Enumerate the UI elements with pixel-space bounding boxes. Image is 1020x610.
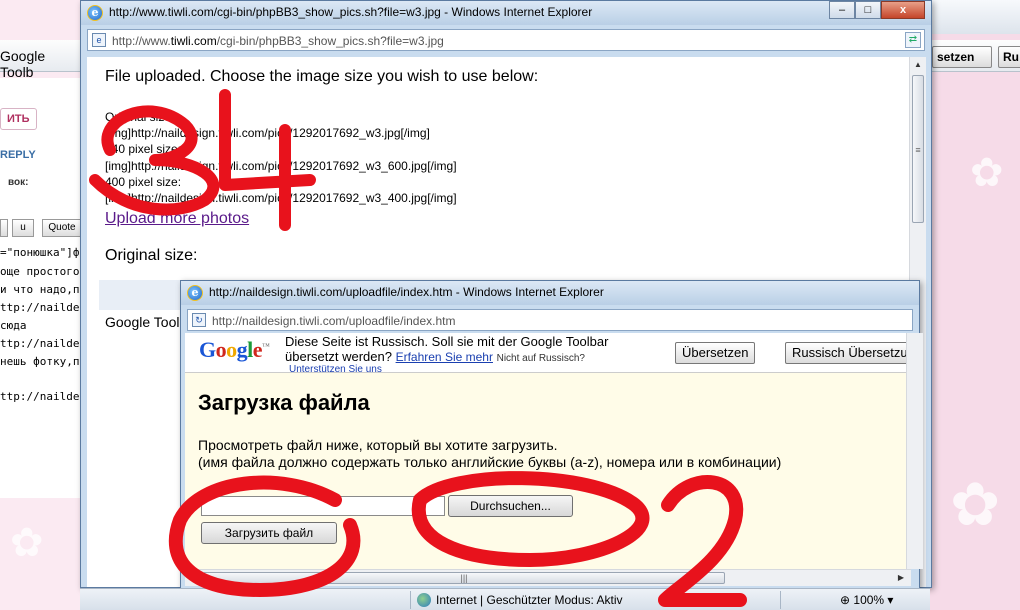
background-write-button[interactable]: ИТЬ xyxy=(0,108,37,130)
minimize-button[interactable]: – xyxy=(829,1,855,19)
upload-title: Загрузка файла xyxy=(198,390,370,415)
window2-address-text: http://naildesign.tiwli.com/uploadfile/i… xyxy=(212,314,456,328)
close-button[interactable]: x xyxy=(881,1,925,19)
window2-titlebar[interactable]: e http://naildesign.tiwli.com/uploadfile… xyxy=(181,281,919,305)
window1-address-text: http://www.tiwli.com/cgi-bin/phpBB3_show… xyxy=(112,34,444,48)
horizontal-scroll-thumb[interactable]: ||| xyxy=(203,572,725,584)
browse-button[interactable]: Durchsuchen... xyxy=(448,495,573,517)
upload-more-photos-link[interactable]: Upload more photos xyxy=(105,210,249,228)
ie-logo-icon: e xyxy=(187,285,203,301)
background-text-line: ="понюшка"]ф xyxy=(0,246,80,259)
image-placeholder xyxy=(99,280,189,310)
original-size-code[interactable]: [img]http://naildesign.tiwli.com/pics/12… xyxy=(105,126,430,140)
scroll-up-arrow-icon[interactable]: ▲ xyxy=(910,57,926,73)
size-640-code[interactable]: [img]http://naildesign.tiwli.com/pics/12… xyxy=(105,159,457,173)
background-field-label: вок: xyxy=(8,177,29,188)
maximize-button[interactable]: □ xyxy=(855,1,881,19)
window1-address-bar[interactable]: e http://www.tiwli.com/cgi-bin/phpBB3_sh… xyxy=(87,29,925,51)
ie-status-bar: Internet | Geschützter Modus: Aktiv ⊕ 10… xyxy=(80,588,930,610)
upload-description-line1: Просмотреть файл ниже, который вы хотите… xyxy=(198,437,558,453)
google-toolbar-partial-text: Google Tool xyxy=(105,314,180,330)
upload-form-area: Загрузка файла Просмотреть файл ниже, ко… xyxy=(185,373,911,569)
ie-logo-icon: e xyxy=(87,5,103,21)
upload-file-button[interactable]: Загрузить файл xyxy=(201,522,337,544)
learn-more-link[interactable]: Erfahren Sie mehr xyxy=(396,350,493,364)
google-translate-bar: Google™ Diese Seite ist Russisch. Soll s… xyxy=(185,333,911,375)
background-command-bar xyxy=(930,0,1020,34)
background-bold-button[interactable] xyxy=(0,219,8,237)
window2-horizontal-scrollbar[interactable]: ◀ ||| ▶ xyxy=(185,569,911,586)
window1-titlebar[interactable]: e http://www.tiwli.com/cgi-bin/phpBB3_sh… xyxy=(81,1,931,25)
translate-prompt-line1: Diese Seite ist Russisch. Soll sie mit d… xyxy=(285,334,609,349)
background-russian-button[interactable]: Ru xyxy=(998,46,1020,68)
background-quote-button[interactable]: Quote xyxy=(42,219,80,237)
size-640-label: 640 pixel size: xyxy=(105,142,182,156)
upload-success-heading: File uploaded. Choose the image size you… xyxy=(105,68,539,85)
background-page-left: Google Toolb ИТЬ REPLY вок: u Quote ="по… xyxy=(0,0,80,610)
background-translate-button[interactable]: setzen xyxy=(932,46,992,68)
google-logo: Google™ xyxy=(199,337,270,362)
file-path-input[interactable] xyxy=(201,496,445,516)
scroll-left-arrow-icon[interactable]: ◀ xyxy=(185,570,201,586)
background-text-line: нешь фотку,п xyxy=(0,355,80,368)
not-russian-text[interactable]: Nicht auf Russisch? xyxy=(497,353,585,364)
status-separator xyxy=(780,591,781,609)
window1-title: http://www.tiwli.com/cgi-bin/phpBB3_show… xyxy=(109,5,593,19)
scroll-thumb[interactable]: ≡ xyxy=(912,75,924,223)
page-icon: ↻ xyxy=(192,313,206,327)
page-icon: e xyxy=(92,33,106,47)
window2-title: http://naildesign.tiwli.com/uploadfile/i… xyxy=(209,285,604,299)
background-underline-button[interactable]: u xyxy=(12,219,34,237)
background-text-line: ttp://naildesi xyxy=(0,301,80,314)
translate-prompt-line2: übersetzt werden? xyxy=(285,349,392,364)
size-400-code[interactable]: [img]http://naildesign.tiwli.com/pics/12… xyxy=(105,191,457,205)
window2-page: Google™ Diese Seite ist Russisch. Soll s… xyxy=(185,333,911,569)
upload-description: Просмотреть файл ниже, который вы хотите… xyxy=(198,437,781,471)
window2-vertical-scrollbar[interactable] xyxy=(906,333,923,569)
original-size-label: Original size: xyxy=(105,110,175,124)
window2-address-bar[interactable]: ↻ http://naildesign.tiwli.com/uploadfile… xyxy=(187,309,913,331)
background-text-line: и что надо,по xyxy=(0,283,80,296)
internet-zone-icon xyxy=(417,593,431,607)
translate-button[interactable]: Übersetzen xyxy=(675,342,756,364)
zoom-level[interactable]: ⊕ 100% ▾ xyxy=(840,593,893,607)
size-400-label: 400 pixel size: xyxy=(105,175,182,189)
translate-prompt: Diese Seite ist Russisch. Soll sie mit d… xyxy=(285,334,608,366)
scroll-right-arrow-icon[interactable]: ▶ xyxy=(893,570,909,586)
upload-description-line2: (имя файла должно содержать только англи… xyxy=(198,454,782,470)
security-zone-text[interactable]: Internet | Geschützter Modus: Aktiv xyxy=(436,593,623,607)
ie-window-upload-file: e http://naildesign.tiwli.com/uploadfile… xyxy=(180,280,923,590)
decorative-flower-icon: ✿ xyxy=(950,471,1001,538)
background-text-line: още простого xyxy=(0,265,80,278)
status-separator xyxy=(410,591,411,609)
background-text-line: ttp://naildesi xyxy=(0,337,80,350)
background-toolbar-text: Google Toolb xyxy=(0,48,46,80)
decorative-flower-icon: ✿ xyxy=(10,521,44,565)
background-reply-label: REPLY xyxy=(0,149,36,161)
decorative-flower-icon: ✿ xyxy=(970,151,1004,195)
original-size-heading: Original size: xyxy=(105,247,198,264)
russian-translation-button[interactable]: Russisch Übersetzun xyxy=(785,342,911,364)
background-google-toolbar: Google Toolb xyxy=(0,40,80,80)
background-text-line: ttp://naildesi xyxy=(0,390,80,403)
background-translate-bar: setzen Ru xyxy=(930,40,1020,72)
background-text-line: сюда xyxy=(0,319,27,332)
zoom-value: 100% xyxy=(853,593,885,607)
compatibility-icon[interactable]: ⇄ xyxy=(905,32,921,48)
window1-controls: – □ x xyxy=(829,1,925,19)
background-page-right: setzen Ru ✿ ✿ xyxy=(930,0,1020,610)
